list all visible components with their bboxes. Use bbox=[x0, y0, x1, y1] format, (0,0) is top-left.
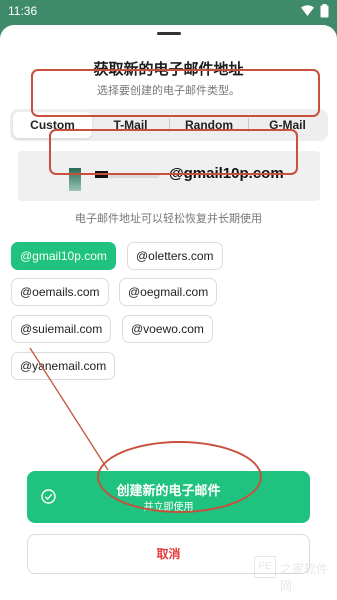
status-time: 11:36 bbox=[8, 4, 38, 18]
domain-chip-voewo[interactable]: @voewo.com bbox=[122, 315, 213, 343]
drag-handle[interactable] bbox=[157, 32, 181, 35]
annotation-box-email bbox=[49, 129, 298, 175]
annotation-box-tabs bbox=[31, 69, 320, 117]
wifi-icon bbox=[301, 5, 314, 16]
watermark-box: PE bbox=[254, 556, 276, 578]
annotation-ellipse-create bbox=[97, 441, 262, 513]
status-icons bbox=[301, 4, 329, 18]
watermark-text: 之家软件网 bbox=[280, 562, 329, 593]
domain-chip-oletters[interactable]: @oletters.com bbox=[127, 242, 223, 270]
hint-text: 电子邮件地址可以轻松恢复并长期使用 bbox=[75, 213, 262, 225]
domain-chip-gmail10p[interactable]: @gmail10p.com bbox=[11, 242, 116, 270]
domain-chip-oemails[interactable]: @oemails.com bbox=[11, 278, 109, 306]
domain-chip-yanemail[interactable]: @yanemail.com bbox=[11, 352, 116, 380]
battery-icon bbox=[320, 4, 329, 18]
status-bar: 11:36 bbox=[0, 0, 337, 26]
domain-chip-suiemail[interactable]: @suiemail.com bbox=[11, 315, 112, 343]
watermark-logo: PE 之家软件网 bbox=[254, 554, 334, 593]
domain-chip-oegmail[interactable]: @oegmail.com bbox=[119, 278, 218, 306]
